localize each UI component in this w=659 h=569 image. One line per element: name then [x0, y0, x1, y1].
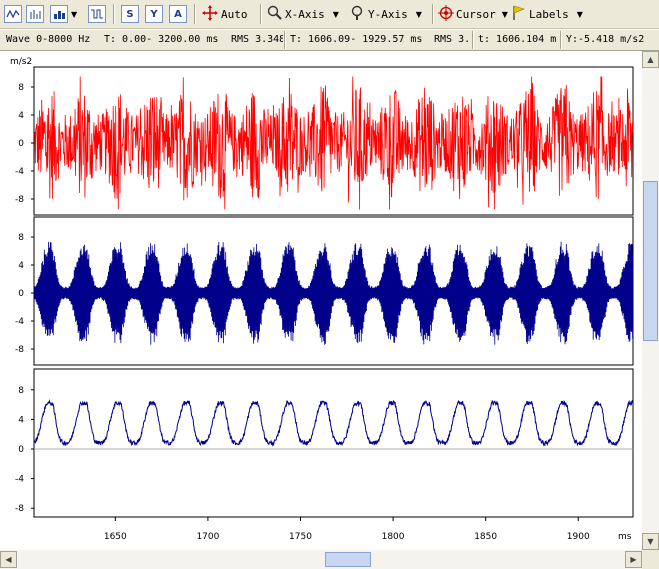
labels-dropdown-icon[interactable]: ▼: [577, 10, 583, 19]
y-axis-button[interactable]: Y-Axis ▼: [350, 4, 422, 24]
status-separator: [284, 31, 286, 49]
y-tick-label: 4: [18, 415, 24, 425]
y-tick-label: -4: [15, 317, 24, 327]
vertical-scroll-thumb[interactable]: [643, 181, 658, 341]
status-rms-2: RMS 3.: [434, 34, 470, 45]
y-tick-label: -4: [15, 167, 24, 177]
y-tick-label: 8: [18, 386, 24, 396]
filter-icon: [88, 5, 106, 23]
x-axis-label: X-Axis: [285, 7, 325, 21]
scroll-down-button[interactable]: ▼: [642, 533, 659, 550]
vertical-scrollbar[interactable]: ▲ ▼: [642, 51, 659, 550]
toolbar-separator: [260, 4, 262, 24]
spectrum-icon: [26, 5, 44, 23]
y-tick-label: 8: [18, 83, 24, 93]
y-axis-label: Y-Axis: [368, 7, 408, 21]
spectrum-view-button[interactable]: [26, 4, 44, 24]
y-tick-label: -4: [15, 475, 24, 485]
status-separator: [472, 31, 474, 49]
y-tick-label: 4: [18, 111, 24, 121]
s-icon: S: [121, 5, 139, 23]
status-cursor-value: Y:-5.418 m/s2: [566, 34, 645, 45]
cursor-icon: [438, 4, 454, 24]
toolbar-separator: [432, 4, 434, 24]
zoom-icon: [267, 5, 283, 24]
wave-icon: [4, 5, 22, 23]
scroll-right-button[interactable]: ▶: [625, 551, 642, 568]
status-bar: Wave 0-8000 Hz T: 0.00- 3200.00 ms RMS 3…: [0, 29, 659, 51]
status-wave: Wave 0-8000 Hz: [6, 34, 91, 45]
status-time-range-2: T: 1606.09- 1929.57 ms: [290, 34, 423, 45]
x-tick-label: 1750: [289, 532, 312, 542]
x-tick-label: 1650: [104, 532, 127, 542]
y-tick-label: -8: [15, 195, 24, 205]
y-tick-label: -8: [15, 345, 24, 355]
status-separator: [560, 31, 562, 49]
y-tick-label: 8: [18, 233, 24, 243]
x-tick-label: 1700: [196, 532, 219, 542]
filter-button[interactable]: [88, 4, 106, 24]
horizontal-scrollbar[interactable]: ◀ ▶: [0, 550, 642, 569]
cursor-dropdown-icon[interactable]: ▼: [502, 10, 508, 19]
scroll-left-button[interactable]: ◀: [0, 551, 17, 568]
y-tick-label: 0: [18, 139, 24, 149]
wave-view-button[interactable]: [4, 4, 22, 24]
a-button[interactable]: A: [169, 4, 187, 24]
labels-label: Labels: [529, 7, 569, 21]
bar-view-button[interactable]: ▼: [50, 4, 77, 24]
y-tick-label: 0: [18, 445, 24, 455]
zoom-y-icon: [350, 5, 366, 24]
y-icon: Y: [145, 5, 163, 23]
y-tick-label: 0: [18, 289, 24, 299]
a-icon: A: [169, 5, 187, 23]
cursor-button[interactable]: Cursor ▼: [438, 4, 508, 24]
y-button[interactable]: Y: [145, 4, 163, 24]
scroll-up-button[interactable]: ▲: [642, 51, 659, 68]
status-time-range: T: 0.00- 3200.00 ms: [104, 34, 219, 45]
y-tick-label: 4: [18, 261, 24, 271]
y-tick-label: -8: [15, 504, 24, 514]
y-unit-label: m/s2: [10, 57, 32, 67]
plot-canvas[interactable]: m/s2 ms 8 4 0 -4 -8 8 4 0 -4 -8 8 4 0 -4 -8 1650 1700 175…: [0, 51, 642, 550]
x-axis-dropdown-icon[interactable]: ▼: [333, 10, 339, 19]
status-cursor-time: t: 1606.104 m: [478, 34, 557, 45]
status-rms: RMS 3.348: [231, 34, 283, 45]
x-tick-label: 1800: [382, 532, 405, 542]
toolbar: ▼ S Y A Auto X-Axis ▼ Y-Axis ▼ Cursor ▼ …: [0, 0, 659, 29]
toolbar-separator: [194, 4, 196, 24]
toolbar-separator: [113, 4, 115, 24]
s-button[interactable]: S: [121, 4, 139, 24]
crosshair-icon: [202, 4, 218, 24]
scrollbar-corner: [642, 550, 659, 569]
auto-label: Auto: [221, 7, 248, 21]
horizontal-scroll-thumb[interactable]: [325, 552, 371, 567]
x-unit-label: ms: [618, 532, 632, 542]
plot-area[interactable]: m/s2 ms 8 4 0 -4 -8 8 4 0 -4 -8 8 4 0 -4 -8 1650 1700 175…: [0, 51, 642, 550]
x-tick-label: 1850: [474, 532, 497, 542]
y-axis-dropdown-icon[interactable]: ▼: [416, 10, 422, 19]
x-tick-label: 1900: [567, 532, 590, 542]
bar-icon: [50, 5, 68, 23]
flag-icon: [511, 5, 527, 24]
auto-button[interactable]: Auto: [202, 4, 248, 24]
cursor-label: Cursor: [456, 7, 496, 21]
x-axis-button[interactable]: X-Axis ▼: [267, 4, 339, 24]
bar-view-dropdown-icon[interactable]: ▼: [71, 10, 77, 19]
labels-button[interactable]: Labels ▼: [511, 4, 583, 24]
